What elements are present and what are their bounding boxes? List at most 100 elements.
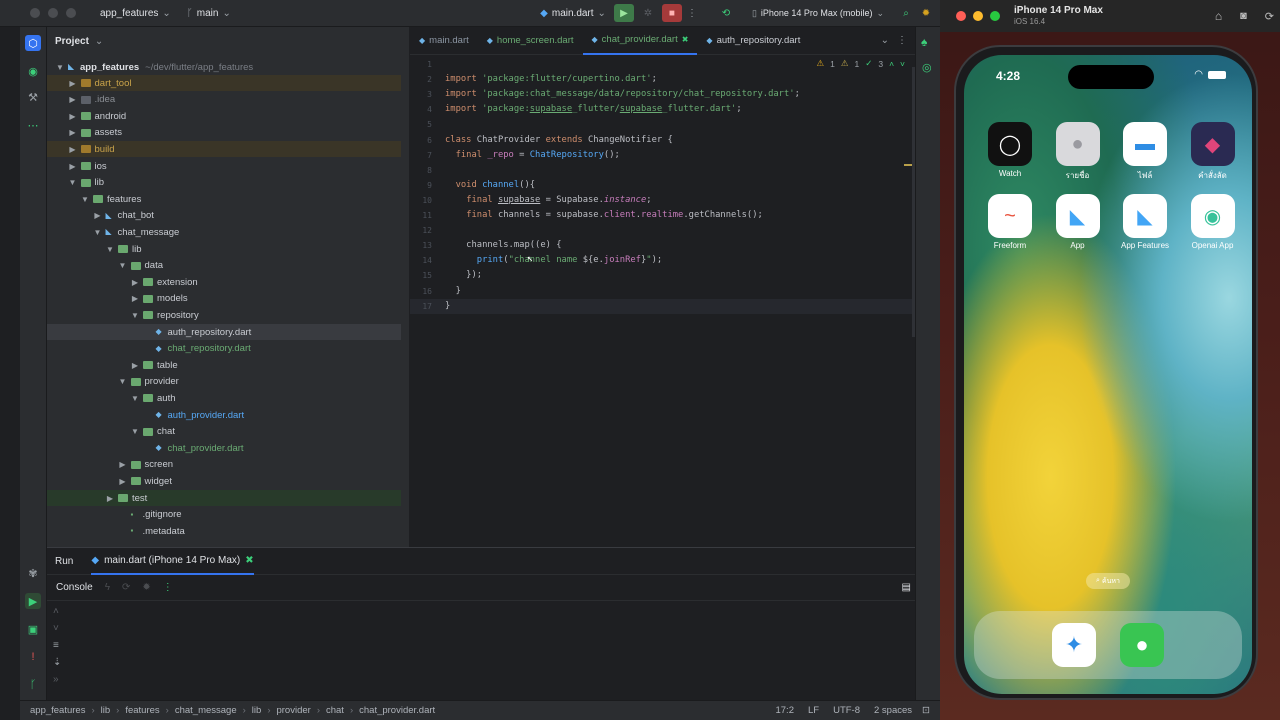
- code-line[interactable]: 13 channels.map((e) {: [410, 238, 915, 253]
- terminal-tool-icon[interactable]: ▣: [25, 621, 41, 637]
- soft-wrap-icon[interactable]: ≡: [53, 640, 61, 651]
- more-vertical-icon[interactable]: ⋮: [897, 35, 907, 46]
- code-area[interactable]: 1 2 import 'package:flutter/cupertino.dart…: [410, 57, 915, 547]
- chevron-down-icon[interactable]: ▼: [68, 178, 78, 187]
- settings-button[interactable]: ✹: [916, 4, 936, 22]
- stop-button[interactable]: ■: [661, 4, 682, 22]
- code-line[interactable]: 16 }: [410, 284, 915, 299]
- tree-item[interactable]: ▼ ◣ chat_message: [47, 224, 401, 240]
- chevron-right-icon[interactable]: ▶: [130, 361, 140, 370]
- project-selector[interactable]: app_features ⌄: [100, 8, 171, 19]
- chevron-down-icon[interactable]: ▼: [118, 377, 128, 386]
- app-icon-tile[interactable]: ~ Freeform: [982, 194, 1038, 250]
- minimize-window-button[interactable]: [48, 8, 58, 18]
- app-icon-tile[interactable]: ● รายชื่อ: [1050, 122, 1106, 182]
- editor-tab[interactable]: ◆ home_screen.dart: [478, 27, 583, 55]
- tree-item[interactable]: ▶ ◣ chat_bot: [47, 208, 401, 224]
- tree-item[interactable]: ▼ data: [47, 258, 401, 274]
- tree-item[interactable]: ◆ auth_provider.dart: [47, 407, 401, 423]
- chevron-down-icon[interactable]: ▼: [118, 261, 128, 270]
- tree-item[interactable]: ◆ chat_repository.dart: [47, 341, 401, 357]
- more-actions-button[interactable]: ⋮: [682, 4, 702, 22]
- code-line[interactable]: 7 final _repo = ChatRepository();: [410, 148, 915, 163]
- close-window-button[interactable]: [956, 11, 966, 21]
- notifications-icon[interactable]: ♠: [921, 35, 927, 49]
- chevron-down-icon[interactable]: ▼: [130, 394, 140, 403]
- tree-item[interactable]: ▪ .gitignore: [47, 507, 401, 523]
- tree-item[interactable]: ▼ auth: [47, 390, 401, 406]
- home-icon[interactable]: ⌂: [1215, 9, 1222, 23]
- more-tools-icon[interactable]: ⋯: [25, 117, 41, 133]
- flutter-tool-icon[interactable]: ✾: [25, 565, 41, 581]
- breadcrumb-item[interactable]: lib: [101, 705, 111, 716]
- close-window-button[interactable]: [30, 8, 40, 18]
- database-icon[interactable]: ◎: [922, 61, 932, 74]
- breadcrumb-item[interactable]: chat_provider.dart: [359, 705, 435, 716]
- app-icon-tile[interactable]: ◣ App Features: [1117, 194, 1173, 250]
- chevron-right-icon[interactable]: ▶: [68, 162, 78, 171]
- tree-item[interactable]: ▼ features: [47, 191, 401, 207]
- safari-icon[interactable]: ✦: [1052, 623, 1096, 667]
- breadcrumb-item[interactable]: chat: [326, 705, 344, 716]
- minimize-window-button[interactable]: [973, 11, 983, 21]
- breadcrumb-item[interactable]: features: [125, 705, 159, 716]
- code-line[interactable]: 14 print("channel name ${e.joinRef}");: [410, 253, 915, 268]
- layout-icon[interactable]: ▤: [902, 582, 911, 593]
- git-tool-icon[interactable]: ᚴ: [25, 677, 41, 693]
- chevron-down-icon[interactable]: ▼: [130, 427, 140, 436]
- run-tab[interactable]: ◆ main.dart (iPhone 14 Pro Max) ✖: [91, 548, 254, 575]
- code-line[interactable]: 3 import 'package:chat_message/data/repos…: [410, 87, 915, 102]
- tree-item[interactable]: ▶ android: [47, 108, 401, 124]
- more-icon[interactable]: »: [53, 674, 61, 685]
- flutter-inspector-button[interactable]: ⟲: [716, 4, 736, 22]
- app-icon-tile[interactable]: ◆ คำสั่งลัด: [1185, 122, 1241, 182]
- chevron-right-icon[interactable]: ▶: [130, 294, 140, 303]
- chevron-right-icon[interactable]: ▶: [68, 79, 78, 88]
- code-line[interactable]: 8: [410, 163, 915, 178]
- code-line[interactable]: 5: [410, 117, 915, 132]
- spotlight-search-pill[interactable]: ⌕ ค้นหา: [1086, 573, 1130, 589]
- screenshot-icon[interactable]: ◙: [1240, 10, 1247, 22]
- code-line[interactable]: 2 import 'package:flutter/cupertino.dart'…: [410, 72, 915, 87]
- project-tool-icon[interactable]: ⬡: [25, 35, 41, 51]
- editor-tab[interactable]: ◆ auth_repository.dart: [697, 27, 809, 55]
- app-icon-tile[interactable]: ◣ App: [1050, 194, 1106, 250]
- tree-item[interactable]: ◆ auth_repository.dart: [47, 324, 401, 340]
- code-line[interactable]: 12: [410, 223, 915, 238]
- tree-item[interactable]: ▶ .idea: [47, 92, 401, 108]
- chevron-down-icon[interactable]: ▼: [105, 245, 115, 254]
- tree-item[interactable]: ▼ chat: [47, 424, 401, 440]
- tree-item[interactable]: ▶ dart_tool: [47, 75, 401, 91]
- app-icon-tile[interactable]: ▬ ไฟล์: [1117, 122, 1173, 182]
- tree-item[interactable]: ▶ models: [47, 291, 401, 307]
- tree-item[interactable]: ▪ .metadata: [47, 523, 401, 539]
- commit-tool-icon[interactable]: ◉: [25, 63, 41, 79]
- run-config-selector[interactable]: ◆ main.dart ⌄: [540, 8, 606, 19]
- chevron-right-icon[interactable]: ▶: [118, 477, 128, 486]
- chevron-right-icon[interactable]: ▶: [93, 211, 103, 220]
- structure-tool-icon[interactable]: ⚒: [25, 89, 41, 105]
- tree-item[interactable]: ▶ extension: [47, 274, 401, 290]
- code-line[interactable]: 6 class ChatProvider extends ChangeNotifi…: [410, 133, 915, 148]
- scroll-to-end-icon[interactable]: ⇣: [53, 657, 61, 668]
- editor-tab[interactable]: ◆ main.dart: [410, 27, 478, 55]
- chevron-down-icon[interactable]: ▼: [93, 228, 103, 237]
- more-vertical-icon[interactable]: ⋮: [163, 582, 173, 593]
- debug-button[interactable]: ✲: [638, 4, 658, 22]
- hot-reload-icon[interactable]: ϟ: [105, 582, 110, 593]
- chevron-down-icon[interactable]: ⌄: [881, 35, 889, 46]
- chevron-right-icon[interactable]: ▶: [68, 145, 78, 154]
- close-icon[interactable]: ✖: [682, 35, 689, 44]
- app-icon-tile[interactable]: ◉ Openai App: [1185, 194, 1241, 250]
- code-line[interactable]: 11 final channels = supabase.client.real…: [410, 208, 915, 223]
- code-line[interactable]: 9 void channel(){: [410, 178, 915, 193]
- code-line[interactable]: 17}: [410, 298, 915, 314]
- project-panel-header[interactable]: Project ⌄: [47, 27, 409, 55]
- devtools-icon[interactable]: ✹: [142, 582, 150, 593]
- tree-item[interactable]: ◆ chat_provider.dart: [47, 440, 401, 456]
- breadcrumb-item[interactable]: app_features: [30, 705, 85, 716]
- breadcrumb-item[interactable]: provider: [276, 705, 310, 716]
- lock-icon[interactable]: ⊡: [922, 705, 930, 716]
- run-button[interactable]: ▶: [613, 4, 634, 22]
- run-tool-icon[interactable]: ▶: [25, 593, 41, 609]
